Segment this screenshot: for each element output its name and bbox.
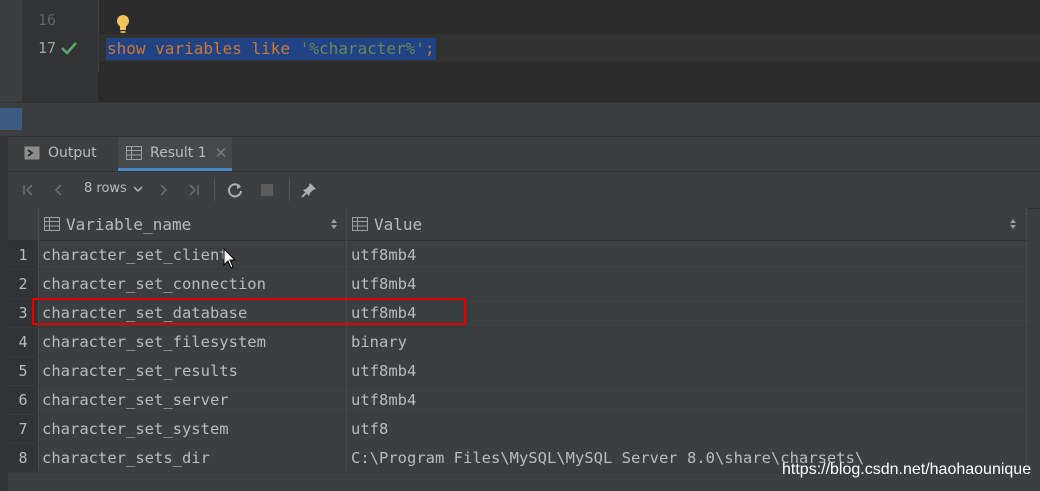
cell-variable-name[interactable]: character_set_results xyxy=(42,357,342,385)
table-icon xyxy=(44,217,60,231)
line-number: 16 xyxy=(37,11,56,29)
column-header-label: Variable_name xyxy=(66,214,192,234)
tab-result-1[interactable]: Result 1 ✕ xyxy=(118,137,232,171)
watermark: https://blog.csdn.net/haohaounique xyxy=(782,461,1032,478)
string-literal: '%character%' xyxy=(299,39,425,58)
cell-value[interactable]: utf8mb4 xyxy=(351,241,1021,269)
close-icon[interactable]: ✕ xyxy=(215,144,228,162)
keyword-show: show xyxy=(107,39,146,58)
annotation-highlight-box xyxy=(32,298,466,325)
toolbar-separator xyxy=(214,179,215,201)
row-number: 6 xyxy=(8,386,38,414)
table-icon xyxy=(126,145,142,160)
cell-variable-name[interactable]: character_set_connection xyxy=(42,270,342,298)
last-page-icon[interactable] xyxy=(184,181,202,199)
panel-left-strip xyxy=(0,137,8,491)
prev-page-icon[interactable] xyxy=(50,181,68,199)
line-number-active: 17 xyxy=(37,39,56,57)
keyword-like: like xyxy=(251,39,291,58)
sql-editor[interactable]: 16 17 show variables like '%character%'; xyxy=(0,0,1040,102)
cell-variable-name[interactable]: character_set_system xyxy=(42,415,342,443)
cell-variable-name[interactable]: character_set_client xyxy=(42,241,342,269)
column-header-value[interactable]: Value xyxy=(352,208,422,240)
row-number: 4 xyxy=(8,328,38,356)
table-row[interactable]: 1 character_set_client utf8mb4 xyxy=(8,241,1028,270)
sort-icon[interactable] xyxy=(1009,218,1017,230)
mouse-cursor-icon xyxy=(223,248,237,269)
tool-strip xyxy=(0,0,22,102)
next-page-icon[interactable] xyxy=(154,181,172,199)
sql-statement[interactable]: show variables like '%character%'; xyxy=(106,38,436,60)
cell-value[interactable]: binary xyxy=(351,328,1021,356)
refresh-icon[interactable] xyxy=(226,181,244,199)
cell-value[interactable]: utf8mb4 xyxy=(351,357,1021,385)
table-row[interactable]: 2 character_set_connection utf8mb4 xyxy=(8,270,1028,299)
first-page-icon[interactable] xyxy=(20,181,38,199)
grid-header: Variable_name Value xyxy=(8,208,1028,241)
semicolon: ; xyxy=(424,39,435,58)
table-icon xyxy=(352,217,368,231)
cell-value[interactable]: utf8mb4 xyxy=(351,270,1021,298)
table-row[interactable]: 5 character_set_results utf8mb4 xyxy=(8,357,1028,386)
cell-variable-name[interactable]: character_set_server xyxy=(42,386,342,414)
side-marker xyxy=(0,108,22,130)
panel-splitter[interactable] xyxy=(0,102,1040,136)
splitter-line xyxy=(0,102,1040,103)
results-tabs: Output Result 1 ✕ xyxy=(8,137,1040,171)
pin-icon[interactable] xyxy=(300,181,318,199)
toolbar-separator xyxy=(289,179,290,201)
sort-icon[interactable] xyxy=(330,218,338,230)
cell-value[interactable]: utf8 xyxy=(351,415,1021,443)
row-number: 7 xyxy=(8,415,38,443)
cell-variable-name[interactable]: character_sets_dir xyxy=(42,444,342,472)
check-icon xyxy=(61,42,77,55)
column-header-variable-name[interactable]: Variable_name xyxy=(44,208,191,240)
row-number: 8 xyxy=(8,444,38,472)
table-row[interactable]: 6 character_set_server utf8mb4 xyxy=(8,386,1028,415)
rows-count-dropdown[interactable]: 8 rows xyxy=(84,181,144,196)
cell-variable-name[interactable]: character_set_filesystem xyxy=(42,328,342,356)
table-row[interactable]: 7 character_set_system utf8 xyxy=(8,415,1028,444)
row-number: 5 xyxy=(8,357,38,385)
header-corner xyxy=(8,208,38,240)
rows-count-label: 8 rows xyxy=(84,181,127,196)
table-row[interactable]: 4 character_set_filesystem binary xyxy=(8,328,1028,357)
keyword-variables: variables xyxy=(155,39,242,58)
lightbulb-icon[interactable] xyxy=(115,14,131,34)
row-number: 2 xyxy=(8,270,38,298)
tab-result-label: Result 1 xyxy=(150,144,207,161)
results-toolbar: 8 rows xyxy=(8,171,1040,209)
row-number: 1 xyxy=(8,241,38,269)
chevron-down-icon xyxy=(133,186,143,192)
cell-value[interactable]: utf8mb4 xyxy=(351,386,1021,414)
tab-output[interactable]: Output xyxy=(24,137,97,169)
stop-icon[interactable] xyxy=(258,181,276,199)
tab-output-label: Output xyxy=(48,145,97,161)
output-icon xyxy=(24,146,40,160)
column-header-label: Value xyxy=(374,214,423,234)
